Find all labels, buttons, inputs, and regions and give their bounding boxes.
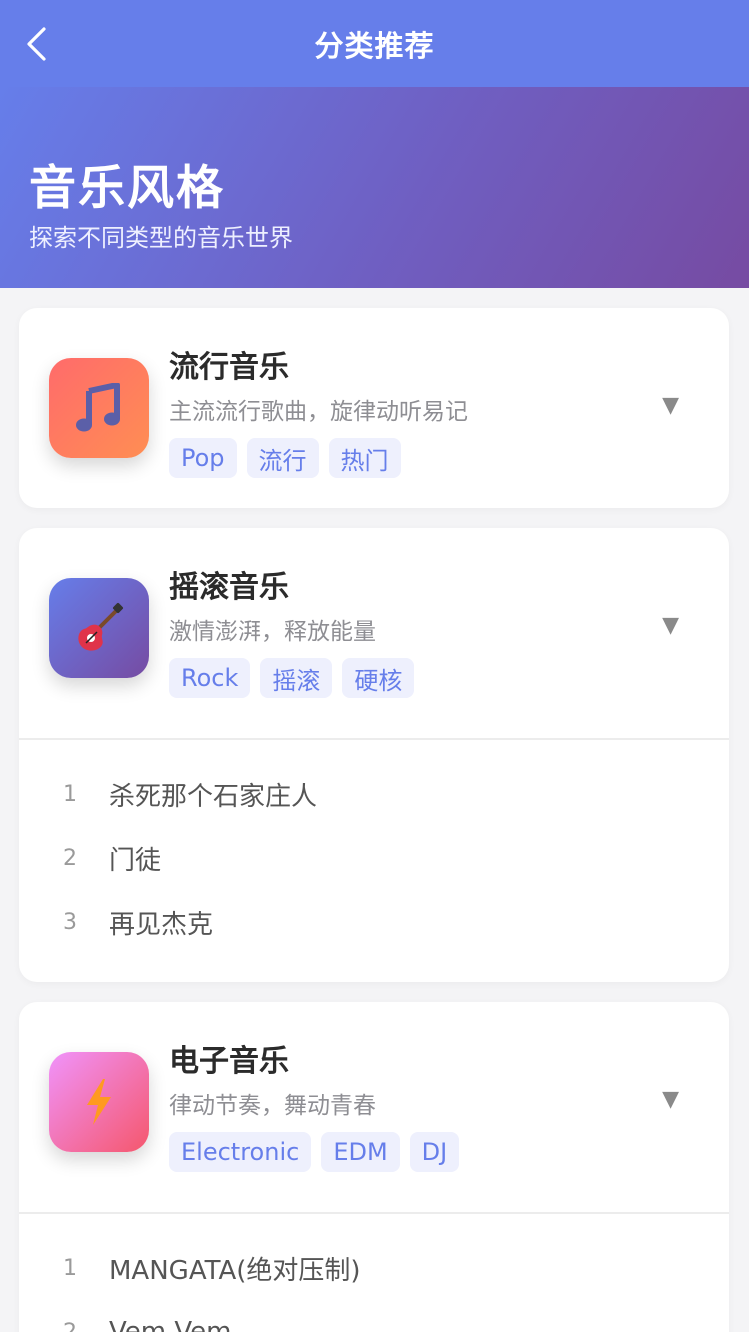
song-index: 2 [63,1319,77,1332]
category-card-electronic: 电子音乐 律动节奏，舞动青春 Electronic EDM DJ ▼ 1 MAN… [19,1002,729,1332]
category-description: 主流流行歌曲，旋律动听易记 [169,399,468,425]
tag[interactable]: EDM [321,1132,400,1172]
category-tags: Electronic EDM DJ [169,1132,460,1172]
song-row[interactable]: 1 杀死那个石家庄人 [19,762,729,826]
tag[interactable]: 流行 [246,438,319,478]
song-row[interactable]: 3 再见杰克 [19,890,729,954]
category-name: 摇滚音乐 [169,570,289,605]
expand-arrow-icon[interactable]: ▼ [662,1087,679,1112]
category-header[interactable]: 流行音乐 主流流行歌曲，旋律动听易记 Pop 流行 热门 ▼ [19,308,729,508]
song-title: 杀死那个石家庄人 [109,781,318,812]
navbar: 分类推荐 [0,0,749,87]
song-title: 再见杰克 [109,909,214,940]
tag[interactable]: 摇滚 [260,658,333,698]
song-row[interactable]: 2 门徒 [19,826,729,890]
category-header[interactable]: 电子音乐 律动节奏，舞动青春 Electronic EDM DJ ▼ [19,1002,729,1212]
tag[interactable]: 热门 [328,438,401,478]
song-title: MANGATA(绝对压制) [109,1255,361,1286]
category-tags: Rock 摇滚 硬核 [169,658,415,698]
song-list: 1 MANGATA(绝对压制) 2 Vem Vem [19,1212,729,1332]
song-index: 3 [63,909,77,935]
category-card-pop: 流行音乐 主流流行歌曲，旋律动听易记 Pop 流行 热门 ▼ [19,308,729,508]
song-index: 2 [63,845,77,871]
music-note-icon [49,358,149,458]
expand-arrow-icon[interactable]: ▼ [662,393,679,418]
hero-banner: 音乐风格 探索不同类型的音乐世界 [0,87,749,288]
song-row[interactable]: 1 MANGATA(绝对压制) [19,1236,729,1300]
song-index: 1 [63,1255,77,1281]
page-title: 分类推荐 [314,28,435,63]
category-description: 激情澎湃，释放能量 [169,619,376,645]
expand-arrow-icon[interactable]: ▼ [662,613,679,638]
hero-subtitle: 探索不同类型的音乐世界 [29,224,293,252]
song-title: Vem Vem [109,1317,232,1332]
category-description: 律动节奏，舞动青春 [169,1093,376,1119]
song-list: 1 杀死那个石家庄人 2 门徒 3 再见杰克 [19,738,729,954]
song-index: 1 [63,781,77,807]
category-tags: Pop 流行 热门 [169,438,401,478]
tag[interactable]: 硬核 [342,658,415,698]
guitar-icon [49,578,149,678]
lightning-icon [49,1052,149,1152]
back-button[interactable] [14,22,58,66]
tag[interactable]: Rock [169,658,251,698]
category-header[interactable]: 摇滚音乐 激情澎湃，释放能量 Rock 摇滚 硬核 ▼ [19,528,729,738]
hero-title: 音乐风格 [29,161,225,216]
tag[interactable]: Electronic [169,1132,312,1172]
chevron-left-icon [27,27,46,61]
song-title: 门徒 [109,845,162,876]
tag[interactable]: Pop [169,438,237,478]
tag[interactable]: DJ [409,1132,460,1172]
song-row[interactable]: 2 Vem Vem [19,1300,729,1332]
category-name: 流行音乐 [169,350,289,385]
category-name: 电子音乐 [169,1044,289,1079]
category-card-rock: 摇滚音乐 激情澎湃，释放能量 Rock 摇滚 硬核 ▼ 1 杀死那个石家庄人 2… [19,528,729,982]
